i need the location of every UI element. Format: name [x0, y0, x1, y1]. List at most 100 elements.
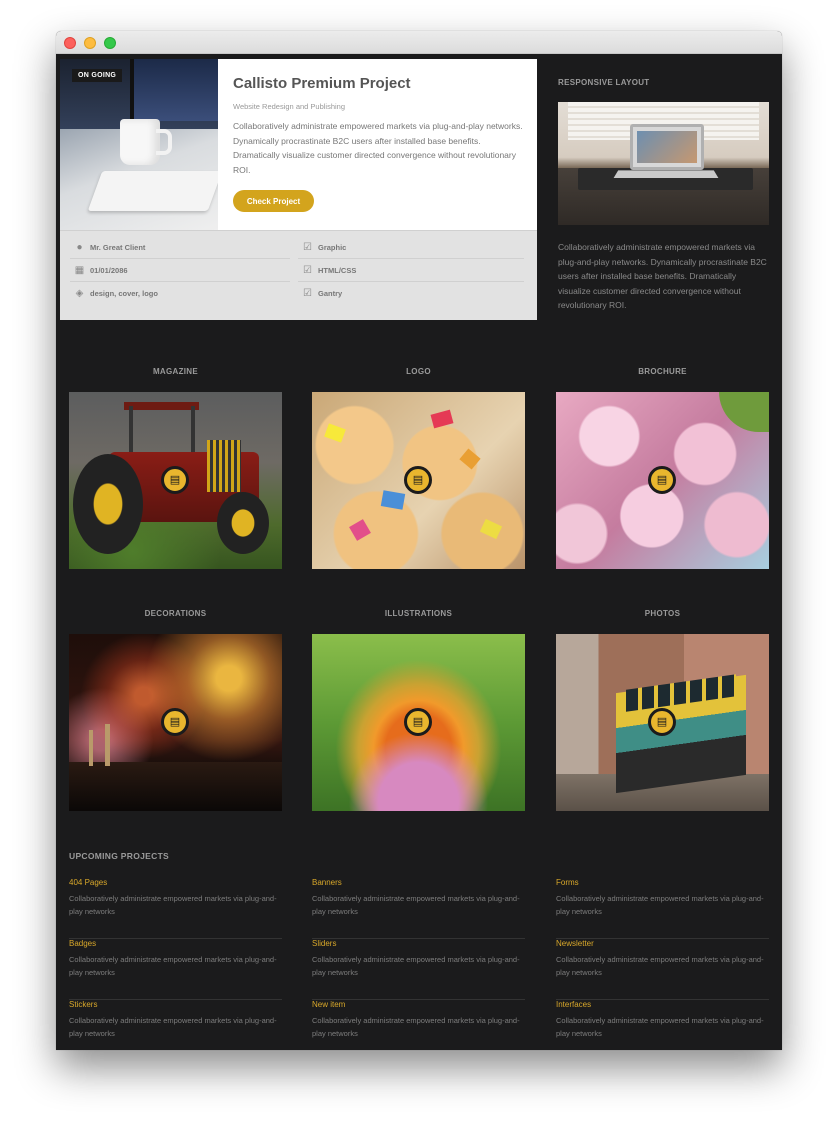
document-icon[interactable]: ▤ [648, 466, 676, 494]
leaf-graphic [719, 392, 769, 432]
responsive-layout-title: RESPONSIVE LAYOUT [558, 78, 650, 87]
tower-graphic [105, 724, 110, 766]
candy-graphic [324, 423, 346, 443]
gallery-item-brochure[interactable]: ▤ [556, 392, 769, 569]
tag-icon: ◈ [75, 288, 84, 299]
upcoming-item-link[interactable]: Badges [69, 939, 96, 948]
gallery-label-brochure: BROCHURE [638, 367, 687, 376]
meta-graphic-text: Graphic [318, 243, 347, 252]
tower-graphic [89, 730, 93, 766]
meta-tags: ◈ design, cover, logo [70, 283, 290, 305]
gallery-item-magazine[interactable]: ▤ [69, 392, 282, 569]
meta-gantry: ☑ Gantry [298, 283, 524, 305]
document-icon[interactable]: ▤ [404, 466, 432, 494]
tractor-wheel-graphic [217, 492, 269, 554]
upcoming-item: Newsletter Collaboratively administrate … [556, 939, 769, 1000]
laptop-graphic [630, 124, 704, 170]
check-project-button[interactable]: Check Project [233, 190, 314, 212]
upcoming-item: Stickers Collaboratively administrate em… [69, 1000, 282, 1050]
upcoming-item-link[interactable]: Newsletter [556, 939, 594, 948]
upcoming-item-desc: Collaboratively administrate empowered m… [312, 955, 520, 977]
project-meta: ● Mr. Great Client ▦ 01/01/2086 ◈ design… [60, 230, 537, 320]
featured-project-description: Collaboratively administrate empowered m… [233, 121, 523, 175]
gallery-label-decorations: DECORATIONS [144, 609, 207, 618]
responsive-layout-image[interactable] [558, 102, 769, 225]
keyboard-graphic [87, 171, 218, 211]
meta-tags-text: design, cover, logo [90, 289, 158, 298]
browser-window: ON GOING Callisto Premium Project Websit… [56, 31, 782, 1050]
mug-graphic [120, 119, 172, 165]
calendar-icon: ▦ [74, 265, 85, 276]
upcoming-item: Badges Collaboratively administrate empo… [69, 939, 282, 1000]
checkbox-icon: ☑ [303, 242, 312, 253]
meta-date-text: 01/01/2086 [90, 266, 128, 275]
monitor-screen-graphic [130, 59, 218, 121]
upcoming-item: Sliders Collaboratively administrate emp… [312, 939, 525, 1000]
upcoming-item-link[interactable]: Interfaces [556, 1000, 591, 1009]
upcoming-item-desc: Collaboratively administrate empowered m… [312, 894, 520, 916]
upcoming-item-desc: Collaboratively administrate empowered m… [556, 955, 764, 977]
meta-htmlcss-text: HTML/CSS [318, 266, 357, 275]
gallery-item-illustrations[interactable]: ▤ [312, 634, 525, 811]
tractor-grill-graphic [207, 440, 241, 492]
upcoming-item-desc: Collaboratively administrate empowered m… [312, 1016, 520, 1038]
city-skyline-graphic [69, 762, 282, 811]
meta-date: ▦ 01/01/2086 [70, 260, 290, 282]
user-icon: ● [76, 242, 83, 253]
upcoming-item: Interfaces Collaboratively administrate … [556, 1000, 769, 1050]
upcoming-item-link[interactable]: Stickers [69, 1000, 97, 1009]
tractor-roof-graphic [124, 402, 199, 410]
upcoming-item-desc: Collaboratively administrate empowered m… [556, 894, 764, 916]
upcoming-projects-title: UPCOMING PROJECTS [69, 851, 170, 861]
candy-graphic [349, 519, 371, 541]
meta-gantry-text: Gantry [318, 289, 343, 298]
upcoming-item-link[interactable]: Banners [312, 878, 342, 887]
window-titlebar [56, 31, 782, 54]
upcoming-item: 404 Pages Collaboratively administrate e… [69, 878, 282, 939]
laptop-base-graphic [613, 170, 719, 178]
candy-graphic [479, 518, 503, 540]
meta-graphic: ☑ Graphic [298, 237, 524, 259]
upcoming-item-desc: Collaboratively administrate empowered m… [69, 1016, 277, 1038]
gallery-label-photos: PHOTOS [644, 609, 681, 618]
upcoming-item-link[interactable]: Forms [556, 878, 579, 887]
gallery-item-logo[interactable]: ▤ [312, 392, 525, 569]
upcoming-item-link[interactable]: New item [312, 1000, 345, 1009]
upcoming-item: Banners Collaboratively administrate emp… [312, 878, 525, 939]
meta-htmlcss: ☑ HTML/CSS [298, 260, 524, 282]
upcoming-item-link[interactable]: Sliders [312, 939, 336, 948]
gallery-label-illustrations: ILLUSTRATIONS [384, 609, 453, 618]
gallery-item-photos[interactable]: ▤ [556, 634, 769, 811]
upcoming-item-desc: Collaboratively administrate empowered m… [69, 955, 277, 977]
featured-project-card: ON GOING Callisto Premium Project Websit… [60, 59, 537, 320]
gallery-label-magazine: MAGAZINE [152, 367, 199, 376]
featured-project-subtitle: Website Redesign and Publishing [233, 102, 346, 111]
document-icon[interactable]: ▤ [648, 708, 676, 736]
meta-client-text: Mr. Great Client [90, 243, 146, 252]
upcoming-item-desc: Collaboratively administrate empowered m… [556, 1016, 764, 1038]
upcoming-item: New item Collaboratively administrate em… [312, 1000, 525, 1050]
document-icon[interactable]: ▤ [404, 708, 432, 736]
candy-graphic [430, 409, 454, 429]
checkbox-icon: ☑ [303, 288, 312, 299]
candy-graphic [459, 448, 481, 470]
close-window-button[interactable] [64, 37, 76, 49]
featured-project-image[interactable]: ON GOING [60, 59, 218, 230]
responsive-layout-description: Collaboratively administrate empowered m… [558, 242, 767, 310]
candy-graphic [380, 490, 406, 510]
page-content: ON GOING Callisto Premium Project Websit… [56, 54, 782, 1050]
gallery-label-logo: LOGO [406, 367, 431, 376]
upcoming-item-desc: Collaboratively administrate empowered m… [69, 894, 277, 916]
document-icon[interactable]: ▤ [161, 708, 189, 736]
upcoming-item: Forms Collaboratively administrate empow… [556, 878, 769, 939]
maximize-window-button[interactable] [104, 37, 116, 49]
featured-project-title[interactable]: Callisto Premium Project [233, 75, 411, 92]
checkbox-icon: ☑ [303, 265, 312, 276]
gallery-item-decorations[interactable]: ▤ [69, 634, 282, 811]
document-icon[interactable]: ▤ [161, 466, 189, 494]
tractor-wheel-graphic [73, 454, 143, 554]
upcoming-item-link[interactable]: 404 Pages [69, 878, 107, 887]
minimize-window-button[interactable] [84, 37, 96, 49]
ongoing-badge: ON GOING [72, 69, 123, 82]
meta-client: ● Mr. Great Client [70, 237, 290, 259]
